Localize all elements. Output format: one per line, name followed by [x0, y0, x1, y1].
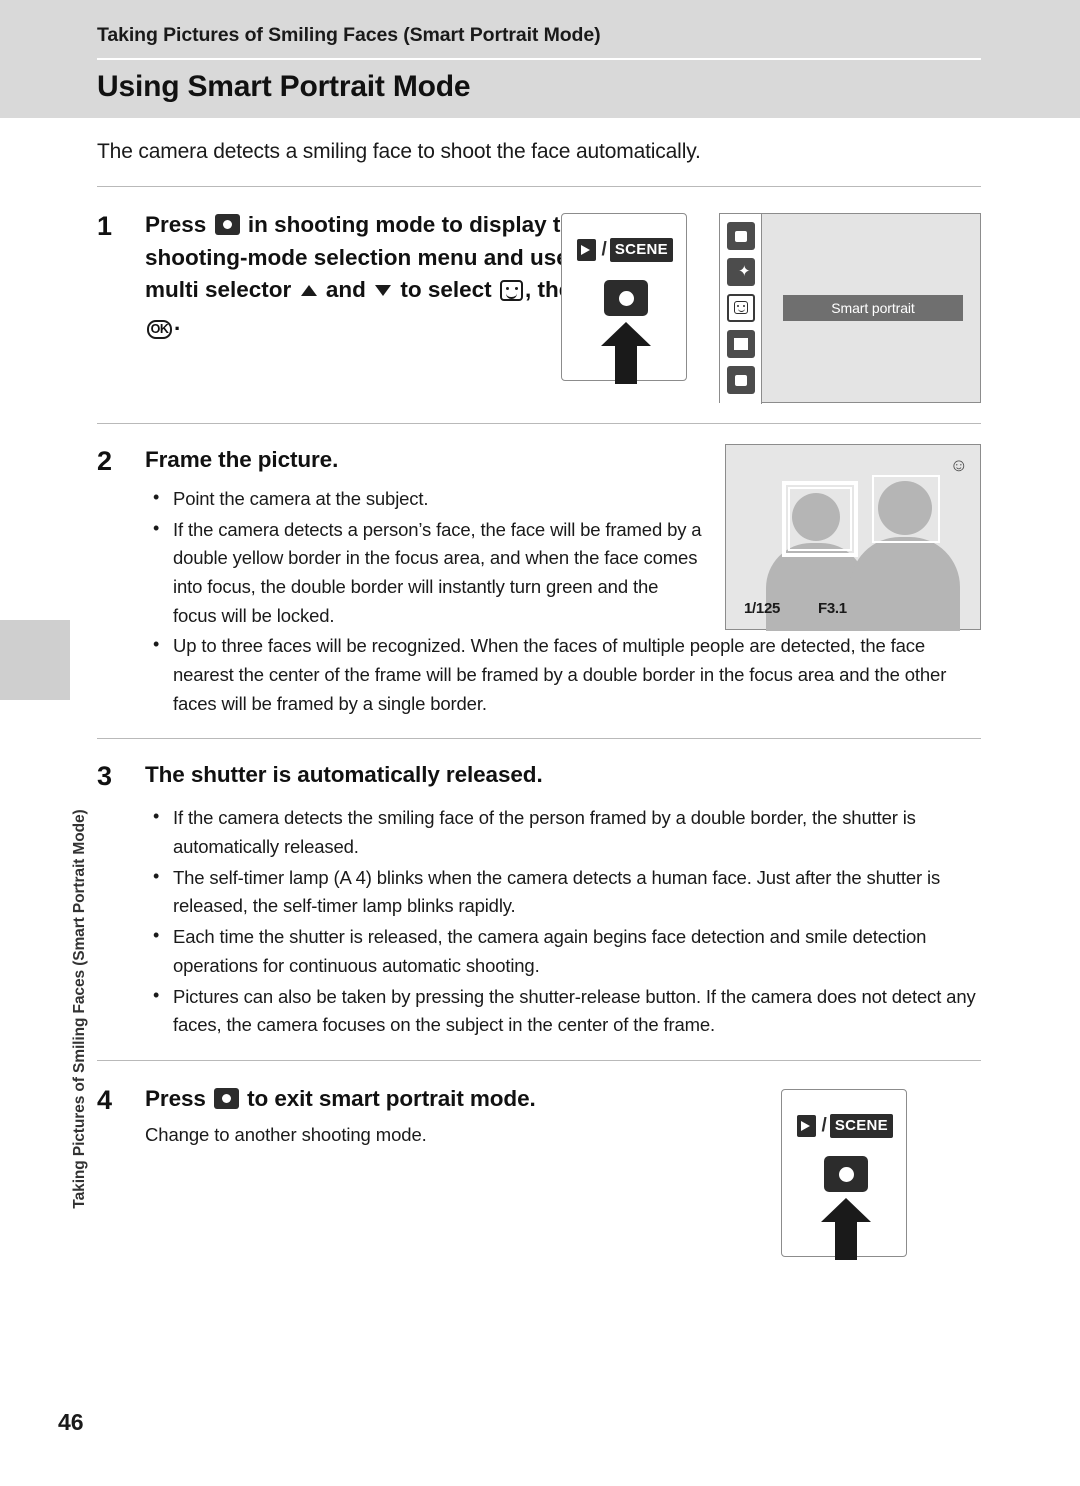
- badge-slash: /: [601, 239, 607, 260]
- step-3: 3 The shutter is automatically released.…: [97, 759, 981, 1041]
- movie-icon: [797, 1114, 816, 1137]
- smile-detect-icon: ☺: [949, 455, 968, 475]
- camera-mode-icon: [213, 1087, 239, 1109]
- mode-icon-scene: [727, 366, 755, 394]
- figure-framing-monitor: ☺ 1/125 F3.1: [725, 444, 981, 631]
- ok-button-icon: OK: [147, 319, 172, 339]
- mode-icon-special-effects: ✦: [727, 258, 755, 286]
- selected-mode-label: Smart portrait: [783, 295, 963, 321]
- figure-mode-dial-exit: / SCENE: [781, 1088, 907, 1260]
- intro-paragraph: The camera detects a smiling face to sho…: [97, 140, 701, 163]
- aperture-readout: F3.1: [818, 600, 847, 617]
- figure-mode-dial: / SCENE: [561, 213, 687, 384]
- list-item: If the camera detects a person’s face, t…: [145, 515, 705, 631]
- step-4-text-a: Press: [145, 1085, 206, 1111]
- list-item: Each time the shutter is released, the c…: [145, 922, 981, 980]
- movie-scene-badge: / SCENE: [577, 236, 673, 264]
- scene-badge-label: SCENE: [609, 238, 673, 262]
- mode-menu-icon-column: ✦: [720, 214, 762, 404]
- arrow-up-icon: [300, 285, 317, 297]
- press-arrow-icon: [821, 1197, 871, 1260]
- running-head: Taking Pictures of Smiling Faces (Smart …: [97, 24, 601, 46]
- step-4-number: 4: [97, 1084, 113, 1115]
- movie-scene-badge: / SCENE: [797, 1112, 893, 1140]
- page-header: Taking Pictures of Smiling Faces (Smart …: [0, 0, 1080, 118]
- step-1-text-e: ,: [524, 277, 532, 303]
- step-3-bullets: If the camera detects the smiling face o…: [145, 803, 981, 1040]
- section-divider-2: [97, 423, 981, 424]
- step-2-number: 2: [97, 446, 113, 476]
- list-item: The self-timer lamp (A 4) blinks when th…: [145, 863, 981, 921]
- step-1: 1 Press in shooting mode to display the …: [97, 209, 981, 409]
- page-title: Using Smart Portrait Mode: [97, 70, 471, 103]
- step-4-text-b: to exit smart portrait mode.: [247, 1085, 536, 1111]
- press-arrow-icon: [601, 322, 651, 384]
- list-item: Up to three faces will be recognized. Wh…: [145, 631, 981, 718]
- header-divider: [97, 58, 981, 60]
- list-item: If the camera detects the smiling face o…: [145, 803, 981, 861]
- smart-portrait-icon: [499, 280, 523, 302]
- step-1-number: 1: [97, 211, 113, 241]
- side-tab-marker: [0, 620, 70, 700]
- list-item: Point the camera at the subject.: [145, 484, 705, 514]
- mode-icon-auto: [727, 222, 755, 250]
- shutter-speed-readout: 1/125: [744, 600, 781, 617]
- arrow-down-icon: [375, 285, 392, 297]
- shooting-mode-button-icon: [824, 1155, 868, 1192]
- step-3-number: 3: [97, 761, 113, 792]
- section-divider-1: [97, 186, 981, 187]
- step-1-text-d: to select: [400, 277, 492, 303]
- page-content: The camera detects a smiling face to sho…: [97, 118, 981, 1273]
- camera-mode-icon: [214, 214, 240, 235]
- figure-monitor-mode-menu: ✦ Smart portrait: [719, 213, 981, 404]
- mode-icon-smart-portrait-selected: [727, 294, 755, 322]
- step-2: 2 Frame the picture. Point the camera at…: [97, 444, 981, 720]
- section-divider-4: [97, 1059, 981, 1061]
- shooting-mode-button-icon: [604, 280, 648, 316]
- mode-icon-movie: [727, 330, 755, 358]
- step-1-text-c: and: [325, 277, 366, 303]
- movie-icon: [577, 239, 596, 261]
- subject-body-right: [850, 537, 960, 631]
- focus-single-border: [872, 475, 940, 543]
- focus-double-border-inner: [788, 487, 852, 551]
- step-1-text-tail: .: [174, 309, 181, 335]
- badge-slash: /: [821, 1114, 827, 1136]
- step-1-text-a: Press: [145, 212, 207, 237]
- step-4: 4 Press to exit smart portrait mode. Cha…: [97, 1083, 981, 1273]
- side-tab-label: Taking Pictures of Smiling Faces (Smart …: [71, 809, 88, 1209]
- page-number: 46: [58, 1409, 84, 1435]
- section-divider-3: [97, 738, 981, 740]
- scene-badge-label: SCENE: [829, 1113, 893, 1138]
- figure-mode-selection: / SCENE ✦ Smart portrait: [561, 213, 981, 404]
- list-item: Pictures can also be taken by pressing t…: [145, 981, 981, 1040]
- step-3-heading: The shutter is automatically released.: [145, 762, 543, 788]
